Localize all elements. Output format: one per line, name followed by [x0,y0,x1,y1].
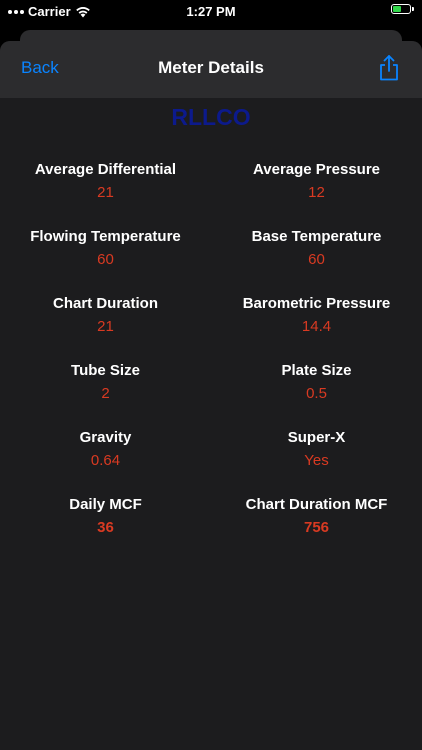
field-label: Barometric Pressure [242,295,391,312]
field-average-differential: Average Differential 21 [0,160,211,227]
field-tube-size: Tube Size 2 [0,361,211,428]
field-base-temperature: Base Temperature 60 [211,227,422,294]
field-daily-mcf: Daily MCF 36 [0,495,211,562]
field-value: Yes [304,452,329,469]
field-label: Gravity [79,429,132,446]
status-time: 1:27 PM [186,4,236,19]
field-value: 60 [308,251,325,268]
field-flowing-temperature: Flowing Temperature 60 [0,227,211,294]
field-value: 2 [101,385,110,402]
field-label: Average Pressure [252,161,381,178]
field-label: Plate Size [281,362,352,379]
field-chart-duration-mcf: Chart Duration MCF 756 [211,495,422,562]
field-label: Super-X [287,429,346,446]
field-value: 14.4 [301,318,332,335]
field-chart-duration: Chart Duration 21 [0,294,211,361]
meter-details-sheet: Back Meter Details RLLCO Average Differe… [0,41,422,750]
field-label: Chart Duration [53,295,158,312]
field-super-x: Super-X Yes [211,428,422,495]
field-value: 21 [97,184,114,201]
page-title: Meter Details [158,58,264,77]
field-barometric-pressure: Barometric Pressure 14.4 [211,294,422,361]
field-label: Daily MCF [69,496,142,513]
status-bar: Carrier 1:27 PM [0,0,422,22]
navigation-bar: Back Meter Details [0,41,422,98]
field-label: Tube Size [71,362,140,379]
field-plate-size: Plate Size 0.5 [211,361,422,428]
field-value: 0.5 [306,385,327,402]
field-value: 756 [303,519,330,536]
field-label: Base Temperature [251,228,382,245]
field-value: 12 [308,184,325,201]
share-icon[interactable] [378,55,400,81]
meter-fields-grid: Average Differential 21 Average Pressure… [0,160,422,562]
battery-icon [391,4,414,14]
field-average-pressure: Average Pressure 12 [211,160,422,227]
field-label: Chart Duration MCF [245,496,388,513]
field-value: 60 [97,251,114,268]
company-name: RLLCO [171,104,251,130]
field-value: 0.64 [90,452,121,469]
field-label: Flowing Temperature [30,228,181,245]
field-label: Average Differential [34,161,177,178]
field-value: 21 [97,318,114,335]
field-gravity: Gravity 0.64 [0,428,211,495]
field-value: 36 [97,519,114,536]
